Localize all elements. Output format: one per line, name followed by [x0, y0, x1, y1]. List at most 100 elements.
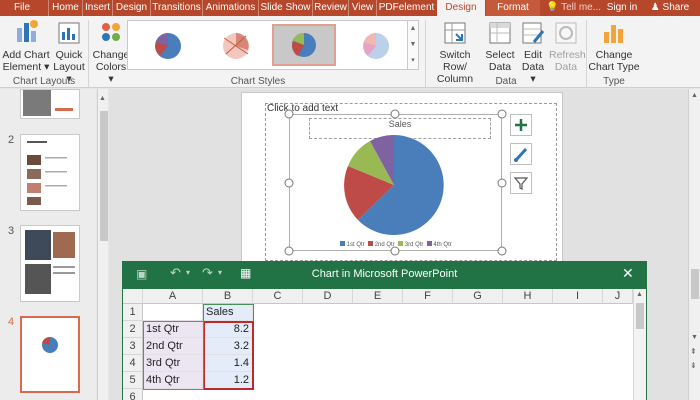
- legend-item: 1st Qtr: [346, 242, 365, 248]
- share-button[interactable]: ♟ Share: [644, 0, 696, 16]
- chevron-down-icon[interactable]: ▼: [691, 334, 698, 341]
- quick-layout-label-1: Quick: [55, 49, 83, 61]
- column-header-g[interactable]: G: [453, 289, 503, 304]
- column-header-b[interactable]: B: [203, 289, 253, 304]
- slide-thumbnail-2[interactable]: [20, 134, 80, 211]
- tab-pdfelement[interactable]: PDFelement: [376, 0, 436, 16]
- slide-number: 2: [8, 134, 15, 146]
- tab-transitions[interactable]: Transitions: [150, 0, 202, 16]
- tell-me-box[interactable]: 💡 Tell me...: [546, 0, 602, 16]
- tab-file[interactable]: File: [0, 0, 44, 16]
- legend-item: 2nd Qtr: [374, 242, 395, 248]
- change-colors-label-1: Change: [92, 49, 130, 61]
- spreadsheet-scrollbar[interactable]: ▲: [633, 289, 646, 400]
- resize-handle[interactable]: [497, 109, 507, 119]
- editing-area-scrollbar[interactable]: ▲ ▼ ⇞ ⇟: [688, 89, 700, 400]
- slide-thumbnail-3[interactable]: [20, 225, 80, 302]
- edit-data-icon: [522, 22, 545, 44]
- column-header-c[interactable]: C: [253, 289, 303, 304]
- spreadsheet-grid[interactable]: A B C D E F G H I J 1 2 3 4 5 6 Sales 1s…: [122, 289, 647, 400]
- group-label-chart-layouts: Chart Layouts: [12, 76, 76, 87]
- resize-handle[interactable]: [390, 246, 400, 256]
- chart-filters-button[interactable]: [510, 172, 532, 194]
- chart-styles-button[interactable]: [510, 143, 532, 165]
- change-colors-button[interactable]: Change Colors ▾: [92, 20, 130, 85]
- tab-home[interactable]: Home: [48, 0, 82, 16]
- refresh-data-label-1: Refresh: [549, 49, 586, 61]
- sign-in-link[interactable]: Sign in: [604, 0, 640, 16]
- resize-handle[interactable]: [284, 109, 294, 119]
- tab-review[interactable]: Review: [312, 0, 348, 16]
- tab-chart-design[interactable]: Design: [437, 0, 485, 16]
- pie-style-icon: [155, 33, 181, 59]
- row-header[interactable]: 4: [123, 355, 143, 372]
- slide-thumbnail-1[interactable]: [20, 89, 80, 119]
- gallery-scroll[interactable]: ▲ ▼ ▾: [407, 20, 419, 70]
- resize-handle[interactable]: [284, 246, 294, 256]
- switch-row-column-icon: [444, 22, 466, 44]
- row-header[interactable]: 6: [123, 389, 143, 400]
- chart-style-1[interactable]: [132, 24, 196, 66]
- ribbon-divider: [88, 20, 89, 88]
- switch-row-column-label-1: Switch Row/: [439, 49, 471, 73]
- chevron-up-icon[interactable]: ▲: [691, 92, 698, 99]
- resize-handle[interactable]: [497, 178, 507, 188]
- chart-elements-button[interactable]: [510, 114, 532, 136]
- tab-design-main[interactable]: Design: [112, 0, 150, 16]
- close-icon[interactable]: ✕: [622, 265, 634, 282]
- tab-chart-format[interactable]: Format: [486, 0, 540, 16]
- chevron-up-icon[interactable]: ▲: [636, 291, 643, 298]
- slide-panel-scrollbar[interactable]: ▲: [97, 89, 108, 400]
- values-range-outline: [203, 321, 254, 390]
- change-chart-type-label-1: Change: [595, 49, 633, 61]
- change-chart-type-button[interactable]: Change Chart Type: [588, 20, 640, 73]
- next-slide-icon[interactable]: ⇟: [690, 361, 697, 370]
- tab-view[interactable]: View: [348, 0, 376, 16]
- pie-chart[interactable]: [340, 133, 448, 237]
- column-header-f[interactable]: F: [403, 289, 453, 304]
- row-header[interactable]: 2: [123, 321, 143, 338]
- scrollbar-thumb[interactable]: [691, 269, 699, 299]
- ribbon-tab-bar: File Home Insert Design Transitions Anim…: [0, 0, 700, 16]
- resize-handle[interactable]: [390, 109, 400, 119]
- paintbrush-icon: [514, 147, 528, 162]
- slide-number: 3: [8, 225, 15, 237]
- chevron-up-icon[interactable]: ▲: [99, 95, 106, 102]
- resize-handle[interactable]: [497, 246, 507, 256]
- column-header-h[interactable]: H: [503, 289, 553, 304]
- legend-swatch: [340, 241, 345, 246]
- row-header[interactable]: 3: [123, 338, 143, 355]
- chart-style-2[interactable]: [202, 24, 266, 66]
- more-icon[interactable]: ▾: [408, 53, 418, 69]
- chevron-down-icon[interactable]: ▼: [408, 37, 418, 53]
- column-header-i[interactable]: I: [553, 289, 603, 304]
- tab-slide-show[interactable]: Slide Show: [258, 0, 312, 16]
- slide-thumbnail-4[interactable]: [20, 316, 80, 393]
- select-data-button[interactable]: Select Data: [484, 20, 516, 73]
- legend-swatch: [426, 241, 432, 246]
- tab-animations[interactable]: Animations: [202, 0, 258, 16]
- row-header[interactable]: 1: [123, 304, 143, 321]
- previous-slide-icon[interactable]: ⇞: [690, 347, 697, 356]
- column-header-d[interactable]: D: [303, 289, 353, 304]
- select-all-corner[interactable]: [123, 289, 143, 304]
- chevron-up-icon[interactable]: ▲: [408, 21, 418, 37]
- tab-insert[interactable]: Insert: [82, 0, 112, 16]
- row-header[interactable]: 5: [123, 372, 143, 389]
- add-chart-element-button[interactable]: Add Chart Element ▾: [2, 20, 50, 73]
- chart-style-3[interactable]: [272, 24, 336, 66]
- chart-legend[interactable]: 1st Qtr 2nd Qtr 3rd Qtr 4th Qtr: [340, 241, 452, 248]
- chart-styles-gallery[interactable]: [127, 20, 415, 70]
- chart-style-4[interactable]: [342, 24, 406, 66]
- column-header-e[interactable]: E: [353, 289, 403, 304]
- resize-handle[interactable]: [284, 178, 294, 188]
- scrollbar-thumb[interactable]: [100, 111, 108, 241]
- group-label-data: Data: [495, 76, 517, 87]
- column-header-a[interactable]: A: [143, 289, 203, 304]
- cell-a1[interactable]: [143, 304, 203, 321]
- legend-swatch: [398, 241, 404, 246]
- refresh-data-button[interactable]: Refresh Data: [549, 20, 586, 73]
- slide-preview-pie: [42, 336, 58, 353]
- column-header-j[interactable]: J: [603, 289, 633, 304]
- scrollbar-thumb[interactable]: [636, 303, 644, 329]
